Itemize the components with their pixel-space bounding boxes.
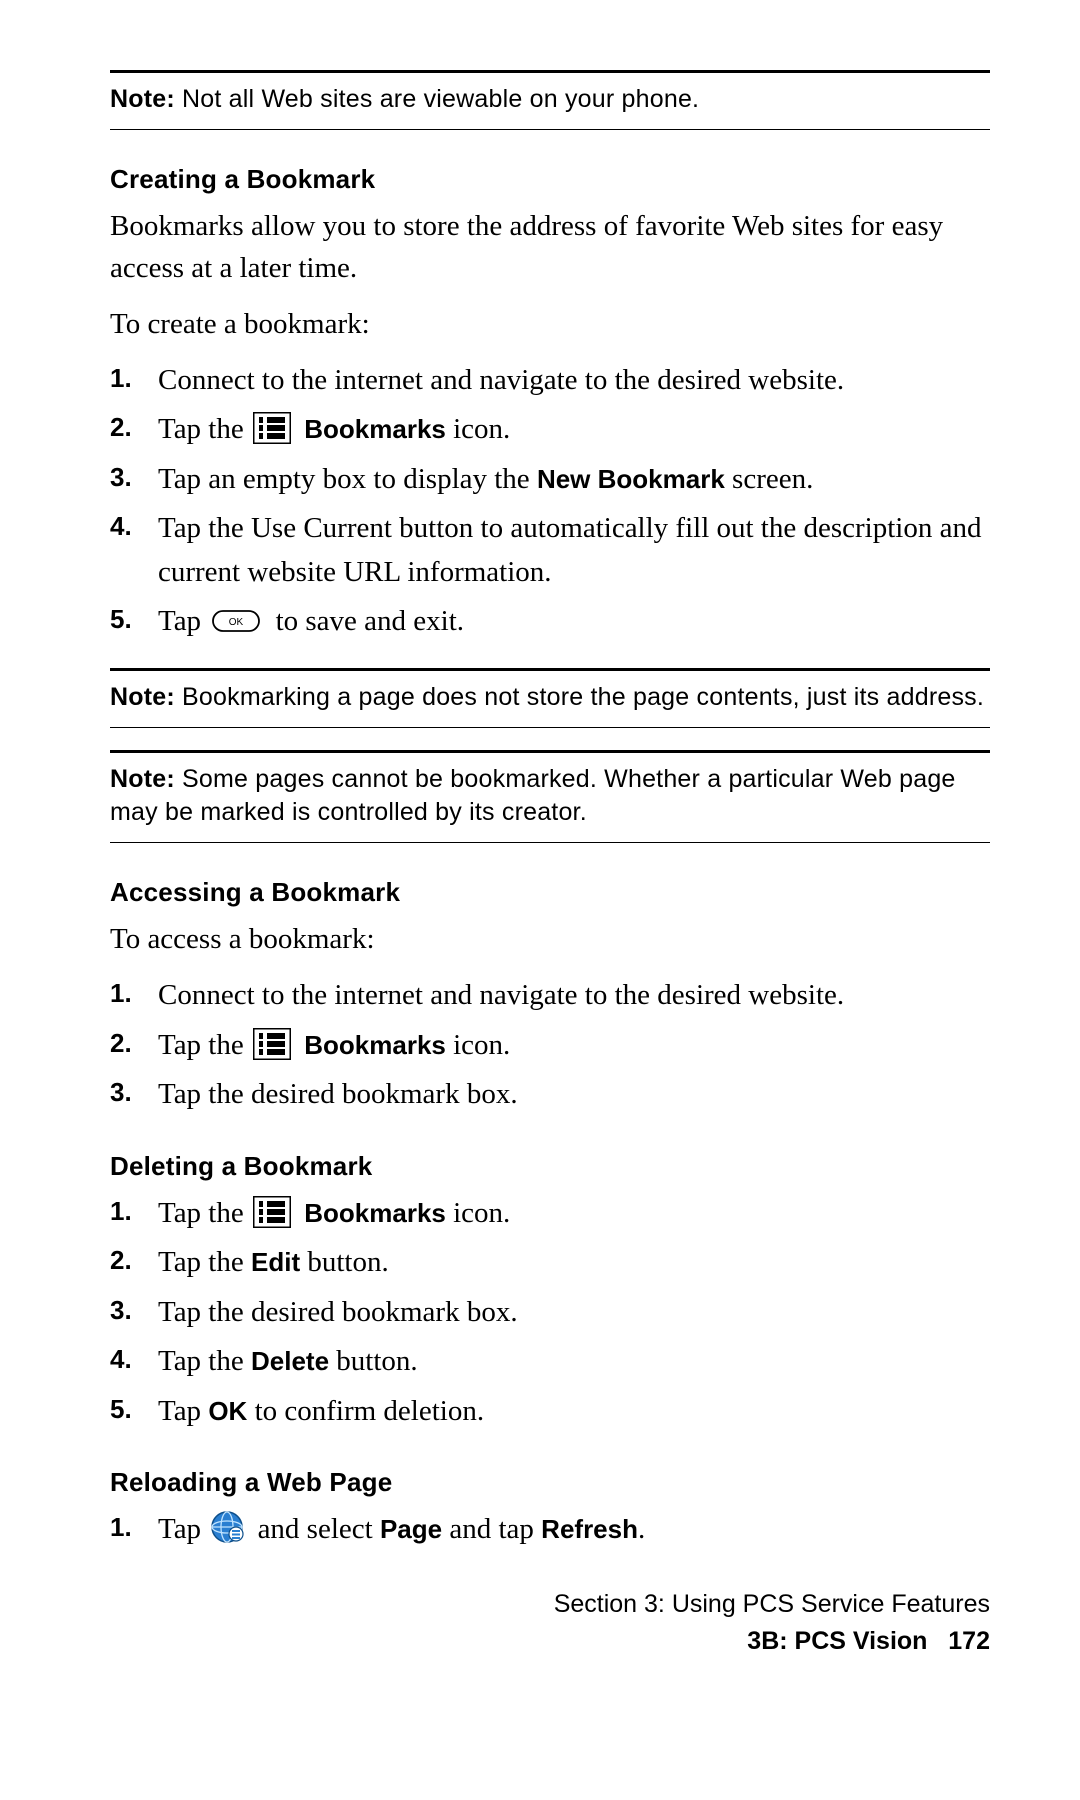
- step-number: 2.: [110, 408, 158, 452]
- step-number: 2.: [110, 1024, 158, 1068]
- note-text: Some pages cannot be bookmarked. Whether…: [110, 765, 956, 827]
- step-number: 3.: [110, 1073, 158, 1117]
- step: 3. Tap the desired bookmark box.: [110, 1073, 990, 1117]
- note-label: Note:: [110, 85, 175, 113]
- step-number: 4.: [110, 507, 158, 594]
- step-number: 5.: [110, 1390, 158, 1434]
- subheading-creating-bookmark: Creating a Bookmark: [110, 164, 990, 195]
- paragraph: To access a bookmark:: [110, 918, 990, 960]
- note-box: Note: Some pages cannot be bookmarked. W…: [110, 753, 990, 843]
- step: 5. Tap OK to save and exit.: [110, 600, 990, 644]
- step: 1. Connect to the internet and navigate …: [110, 974, 990, 1018]
- step-number: 4.: [110, 1340, 158, 1384]
- step: 1. Connect to the internet and navigate …: [110, 359, 990, 403]
- step-text: Tap the Bookmarks icon.: [158, 1192, 990, 1236]
- step-text: Tap OK to save and exit.: [158, 600, 990, 644]
- step-text: Tap the desired bookmark box.: [158, 1291, 990, 1335]
- note-label: Note:: [110, 765, 175, 793]
- step: 3. Tap the desired bookmark box.: [110, 1291, 990, 1335]
- step-text: Tap the Bookmarks icon.: [158, 1024, 990, 1068]
- step-number: 3.: [110, 458, 158, 502]
- icon-label: Bookmarks: [304, 1030, 446, 1060]
- ok-button-icon: OK: [212, 610, 260, 632]
- step: 3. Tap an empty box to display the New B…: [110, 458, 990, 502]
- footer-section-line: Section 3: Using PCS Service Features: [110, 1586, 990, 1624]
- step-text: Tap OK to confirm deletion.: [158, 1390, 990, 1434]
- step-text: Connect to the internet and navigate to …: [158, 359, 990, 403]
- step-text: Tap the Edit button.: [158, 1241, 990, 1285]
- step-number: 2.: [110, 1241, 158, 1285]
- steps-deleting: 1. Tap the Bookmarks icon. 2. Tap the Ed…: [110, 1192, 990, 1434]
- rule: [110, 129, 990, 130]
- note-label: Note:: [110, 683, 175, 711]
- step: 2. Tap the Edit button.: [110, 1241, 990, 1285]
- step-number: 1.: [110, 1508, 158, 1552]
- step-text: Tap the Bookmarks icon.: [158, 408, 990, 452]
- bookmarks-icon: [253, 1196, 291, 1228]
- svg-text:OK: OK: [229, 617, 244, 628]
- bookmarks-icon: [253, 412, 291, 444]
- step: 2. Tap the Bookmarks icon.: [110, 408, 990, 452]
- page-number: 172: [948, 1627, 990, 1655]
- footer-chapter-line: 3B: PCS Vision 172: [110, 1623, 990, 1661]
- steps-creating: 1. Connect to the internet and navigate …: [110, 359, 990, 644]
- step-text: Tap and select Page and tap Refresh.: [158, 1508, 990, 1552]
- note-text: Not all Web sites are viewable on your p…: [175, 85, 699, 113]
- bookmarks-icon: [253, 1028, 291, 1060]
- step-number: 1.: [110, 974, 158, 1018]
- note-box: Note: Bookmarking a page does not store …: [110, 671, 990, 727]
- step-text: Tap the Use Current button to automatica…: [158, 507, 990, 594]
- step-number: 3.: [110, 1291, 158, 1335]
- icon-label: Bookmarks: [304, 414, 446, 444]
- globe-menu-icon: [210, 1510, 244, 1544]
- paragraph: To create a bookmark:: [110, 303, 990, 345]
- step: 1. Tap and select Page and tap Refresh.: [110, 1508, 990, 1552]
- step: 1. Tap the Bookmarks icon.: [110, 1192, 990, 1236]
- note-box: Note: Not all Web sites are viewable on …: [110, 73, 990, 129]
- icon-label: Bookmarks: [304, 1198, 446, 1228]
- step-text: Tap the desired bookmark box.: [158, 1073, 990, 1117]
- subheading-accessing-bookmark: Accessing a Bookmark: [110, 877, 990, 908]
- step-text: Connect to the internet and navigate to …: [158, 974, 990, 1018]
- page-footer: Section 3: Using PCS Service Features 3B…: [110, 1586, 990, 1661]
- note-text: Bookmarking a page does not store the pa…: [175, 683, 984, 711]
- rule: [110, 842, 990, 843]
- step-number: 1.: [110, 359, 158, 403]
- step: 2. Tap the Bookmarks icon.: [110, 1024, 990, 1068]
- subheading-reloading-web-page: Reloading a Web Page: [110, 1467, 990, 1498]
- step-number: 5.: [110, 600, 158, 644]
- step-text: Tap the Delete button.: [158, 1340, 990, 1384]
- steps-accessing: 1. Connect to the internet and navigate …: [110, 974, 990, 1117]
- step-text: Tap an empty box to display the New Book…: [158, 458, 990, 502]
- subheading-deleting-bookmark: Deleting a Bookmark: [110, 1151, 990, 1182]
- step: 4. Tap the Delete button.: [110, 1340, 990, 1384]
- paragraph: Bookmarks allow you to store the address…: [110, 205, 990, 289]
- steps-reloading: 1. Tap and select Page and tap Refresh.: [110, 1508, 990, 1552]
- step-number: 1.: [110, 1192, 158, 1236]
- step: 5. Tap OK to confirm deletion.: [110, 1390, 990, 1434]
- step: 4. Tap the Use Current button to automat…: [110, 507, 990, 594]
